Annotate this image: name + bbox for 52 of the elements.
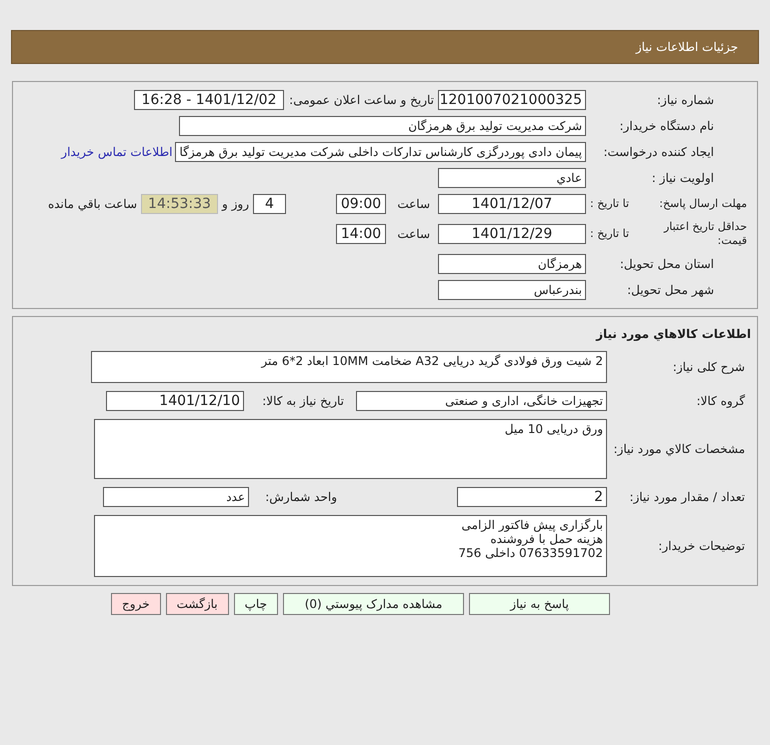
field-label: تاریخ و ساعت اعلان عمومی: — [289, 93, 434, 107]
field-label: تاریخ نیاز به کالا: — [262, 394, 344, 408]
input-field: 1401/12/02 - 16:28 — [134, 90, 284, 110]
input-field: تجهیزات خانگی، اداری و صنعتی — [356, 391, 607, 411]
input-field: 2 — [457, 487, 607, 507]
action-button[interactable]: بازگشت — [166, 593, 229, 615]
field-label: ایجاد کننده درخواست: — [603, 145, 714, 159]
field-label: تعداد / مقدار مورد نیاز: — [629, 490, 745, 504]
field-label: استان محل تحویل: — [620, 257, 714, 271]
field-label: توضیحات خریدار: — [658, 539, 745, 553]
action-button[interactable]: پاسخ به نیاز — [469, 593, 610, 615]
input-field: عادي — [438, 168, 586, 188]
field-label: تا تاریخ : — [590, 226, 629, 242]
action-button[interactable]: مشاهده مدارک پیوستي (0) — [283, 593, 464, 615]
input-field: 4 — [253, 194, 286, 214]
remaining-time: 14:53:33 — [141, 194, 218, 214]
field-label: نام دستگاه خریدار: — [620, 119, 714, 133]
input-field: 1401/12/10 — [106, 391, 244, 411]
input-field: عدد — [103, 487, 249, 507]
section-title: اطلاعات كالاهاي مورد نياز — [596, 327, 751, 341]
action-button[interactable]: خروج — [111, 593, 161, 615]
input-field: ورق دریایی 10 میل — [94, 419, 607, 479]
field-label: شرح کلی نیاز: — [672, 360, 745, 374]
field-label: واحد شمارش: — [265, 490, 337, 504]
input-field: بندرعباس — [438, 280, 586, 300]
input-field: 09:00 — [336, 194, 386, 214]
field-label: ساعت — [397, 197, 430, 211]
input-field: پیمان دادی پوردرگزی کارشناس تدارکات داخلی شرکت مدیریت تولید برق هرمزگا — [175, 142, 586, 162]
input-field: 14:00 — [336, 224, 386, 244]
field-label: ساعت — [397, 227, 430, 241]
field-label: شماره نیاز: — [657, 93, 714, 107]
note-line: هزینه حمل با فروشنده — [490, 532, 603, 546]
input-field: 1201007021000325 — [438, 90, 586, 110]
field-label: حداقل تاریخ اعتبار قیمت: — [662, 220, 747, 248]
note-line: بارگزاری پیش فاکتور الزامی — [462, 518, 603, 532]
input-field: 1401/12/29 — [438, 224, 586, 244]
page-title: جزئیات اطلاعات نیاز — [636, 39, 738, 56]
input-field: شرکت مدیریت تولید برق هرمزگان — [179, 116, 586, 136]
field-label: روز و — [220, 196, 250, 213]
note-line: 07633591702 داخلی 756 — [458, 546, 603, 560]
field-label: تا تاریخ : — [590, 196, 629, 212]
field-label: مشخصات كالاي مورد نياز: — [613, 442, 745, 456]
field-label: گروه کالا: — [696, 394, 745, 408]
field-label: ساعت باقي مانده — [48, 196, 138, 213]
input-field: 1401/12/07 — [438, 194, 586, 214]
field-label: شهر محل تحویل: — [627, 283, 714, 297]
field-label: مهلت ارسال پاسخ: — [659, 196, 747, 212]
action-button[interactable]: چاپ — [234, 593, 278, 615]
input-field: هرمزگان — [438, 254, 586, 274]
field-label: اولویت نیاز : — [652, 171, 714, 185]
input-field: 2 شیت ورق فولادی گرید دریایی A32 ضخامت 10MM ابعاد 2*6 متر — [91, 351, 607, 383]
buyer-contact-link[interactable]: اطلاعات تماس خریدار — [61, 143, 172, 161]
